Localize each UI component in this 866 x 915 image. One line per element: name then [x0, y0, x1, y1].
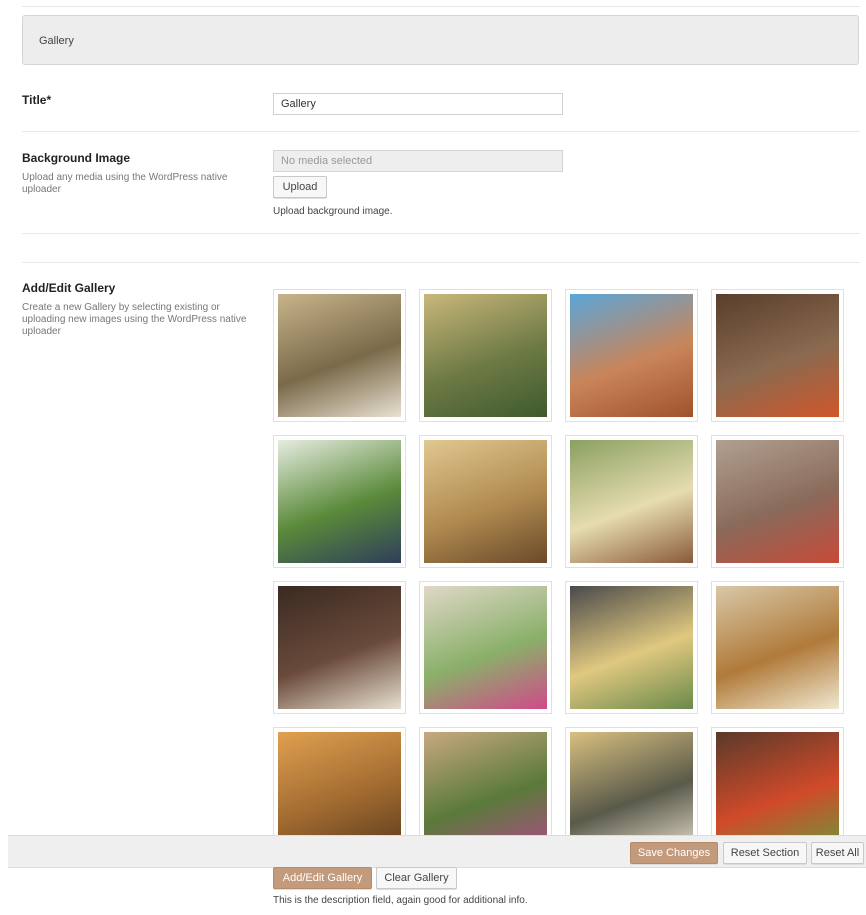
- divider: [22, 262, 860, 263]
- gallery-image-tuscan-hills[interactable]: [419, 289, 552, 422]
- thumbnail-image: [570, 586, 693, 709]
- thumbnail-image: [716, 732, 839, 835]
- clear-gallery-button[interactable]: Clear Gallery: [376, 867, 457, 889]
- gallery-image-ponte-vecchio[interactable]: [419, 435, 552, 568]
- thumbnail-image: [278, 440, 401, 563]
- save-changes-button[interactable]: Save Changes: [630, 842, 718, 864]
- title-input[interactable]: [273, 93, 563, 115]
- gallery-image-tuscan-sunset[interactable]: [273, 727, 406, 835]
- gallery-description: Create a new Gallery by selecting existi…: [22, 302, 247, 337]
- gallery-grid: [273, 289, 853, 835]
- gallery-image-bistecca-sign[interactable]: [273, 581, 406, 714]
- title-label: Title*: [22, 93, 52, 107]
- thumbnail-image: [570, 294, 693, 417]
- gallery-image-vineyard-grapes[interactable]: [273, 435, 406, 568]
- gallery-image-pasta-plate[interactable]: [565, 581, 698, 714]
- reset-all-button[interactable]: Reset All: [811, 842, 864, 864]
- thumbnail-image: [424, 732, 547, 835]
- thumbnail-image: [716, 440, 839, 563]
- reset-section-button[interactable]: Reset Section: [723, 842, 807, 864]
- gallery-image-hummus-bowls[interactable]: [711, 581, 844, 714]
- gallery-image-florence-duomo[interactable]: [565, 289, 698, 422]
- thumbnail-image: [570, 440, 693, 563]
- gallery-image-patio-plants[interactable]: [419, 581, 552, 714]
- top-divider: [22, 6, 860, 7]
- upload-button[interactable]: Upload: [273, 176, 327, 198]
- gallery-label: Add/Edit Gallery: [22, 281, 116, 295]
- thumbnail-image: [278, 586, 401, 709]
- gallery-image-wine-glasses-table[interactable]: [565, 727, 698, 835]
- thumbnail-image: [424, 586, 547, 709]
- background-image-url-field[interactable]: No media selected: [273, 150, 563, 172]
- background-image-label: Background Image: [22, 151, 131, 165]
- thumbnail-image: [716, 586, 839, 709]
- thumbnail-image: [424, 440, 547, 563]
- gallery-image-ivy-alley[interactable]: [419, 727, 552, 835]
- add-edit-gallery-button[interactable]: Add/Edit Gallery: [273, 867, 372, 889]
- section-header: Gallery: [22, 15, 859, 65]
- background-image-help: Upload background image.: [273, 206, 393, 217]
- thumbnail-image: [278, 732, 401, 835]
- thumbnail-image: [278, 294, 401, 417]
- thumbnail-image: [424, 294, 547, 417]
- footer-action-bar: Save Changes Reset Section Reset All: [8, 835, 866, 868]
- thumbnail-image: [570, 732, 693, 835]
- section-title: Gallery: [39, 35, 74, 47]
- gallery-image-spices-on-wood[interactable]: [711, 289, 844, 422]
- divider: [22, 233, 860, 234]
- gallery-image-flower-street[interactable]: [711, 435, 844, 568]
- background-image-description: Upload any media using the WordPress nat…: [22, 172, 228, 195]
- gallery-help: This is the description field, again goo…: [273, 895, 528, 906]
- gallery-image-cafe-terrace[interactable]: [565, 435, 698, 568]
- thumbnail-image: [716, 294, 839, 417]
- divider: [22, 131, 860, 132]
- gallery-image-outdoor-dining-table[interactable]: [273, 289, 406, 422]
- gallery-image-fresh-vegetables[interactable]: [711, 727, 844, 835]
